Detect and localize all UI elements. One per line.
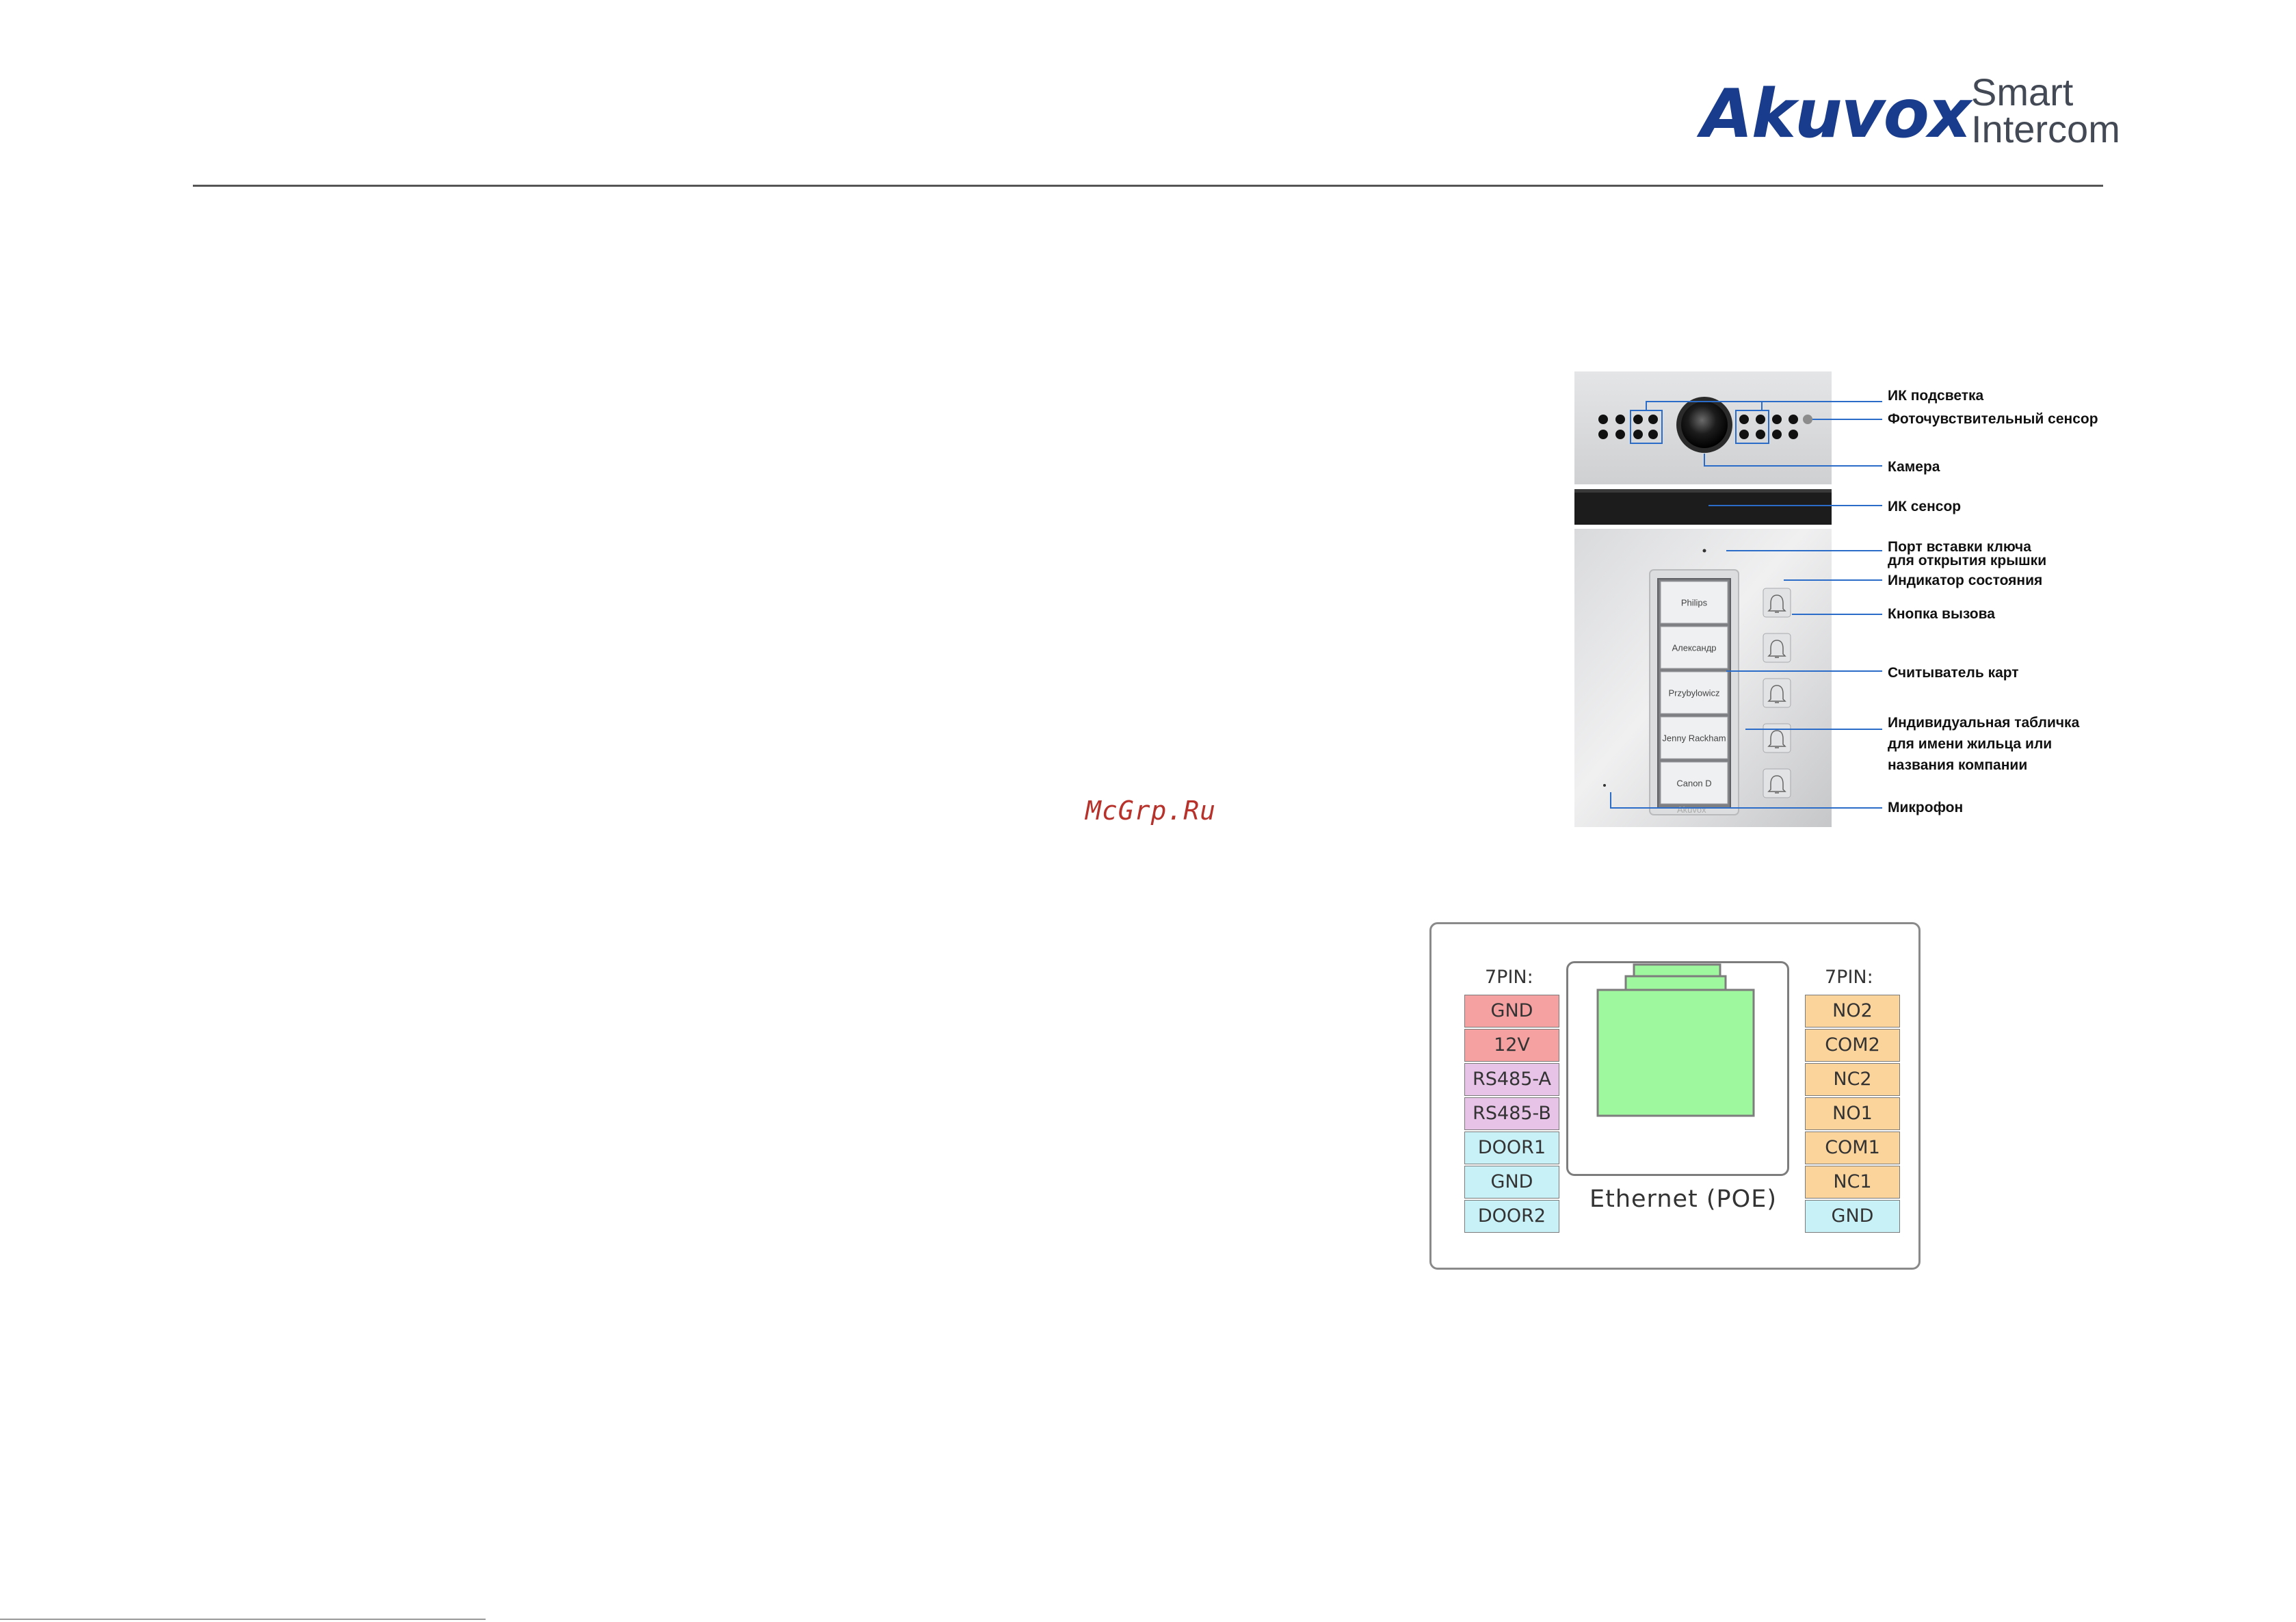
header-divider (193, 185, 2103, 187)
right-pin-column: NO2 COM2 NC2 NO1 COM1 NC1 GND (1805, 993, 1901, 1233)
callout-name-plate-line1: Индивидуальная табличка (1888, 715, 2080, 731)
watermark: McGrp.Ru (1085, 796, 1217, 826)
pin-door1: DOOR1 (1464, 1132, 1559, 1164)
left-connector-title: 7PIN: (1485, 967, 1533, 988)
left-pin-column: GND 12V RS485-A RS485-B DOOR1 GND DOOR2 (1464, 993, 1561, 1233)
callout-camera: Камера (1888, 459, 1940, 475)
pin-com2: COM2 (1805, 1029, 1900, 1062)
pin-12v: 12V (1464, 1029, 1559, 1062)
pin-gnd-door: GND (1464, 1166, 1559, 1199)
callout-name-plate-line3: названия компании (1888, 757, 2028, 773)
pin-gnd-relay: GND (1805, 1200, 1900, 1233)
brand-tagline-line2: Intercom (1971, 107, 2120, 151)
callout-lines (1610, 401, 1882, 809)
pin-rs485-b: RS485-B (1464, 1097, 1559, 1130)
ethernet-label: Ethernet (POE) (1589, 1186, 1777, 1213)
brand-logo: Akuvox (1701, 75, 1971, 153)
pin-no2: NO2 (1805, 995, 1900, 1028)
pin-gnd-power: GND (1464, 995, 1559, 1028)
right-connector-title: 7PIN: (1825, 967, 1873, 988)
callout-key-port-line2: для открытия крышки (1888, 553, 2047, 568)
footer-divider (0, 1619, 486, 1620)
pin-door2: DOOR2 (1464, 1200, 1559, 1233)
callout-call-button: Кнопка вызова (1888, 606, 1995, 622)
callout-ir-sensor: ИК сенсор (1888, 499, 1962, 514)
pin-nc2: NC2 (1805, 1063, 1900, 1096)
brand-tagline-line1: Smart (1971, 70, 2074, 114)
brand-tagline: Smart Intercom (1971, 70, 2149, 151)
callout-status-indicator: Индикатор состояния (1888, 573, 2043, 588)
pin-com1: COM1 (1805, 1132, 1900, 1164)
callout-microphone: Микрофон (1888, 800, 1964, 815)
pin-nc1: NC1 (1805, 1166, 1900, 1199)
callout-light-sensor: Фоточувствительный сенсор (1888, 411, 2098, 427)
pin-no1: NO1 (1805, 1097, 1900, 1130)
callout-ir-illumination: ИК подсветка (1888, 388, 1984, 404)
callout-card-reader: Считыватель карт (1888, 665, 2019, 681)
callout-name-plate-line2: для имени жильца или (1888, 736, 2053, 752)
pin-rs485-a: RS485-A (1464, 1063, 1559, 1096)
ethernet-port-icon (1596, 963, 1755, 1117)
